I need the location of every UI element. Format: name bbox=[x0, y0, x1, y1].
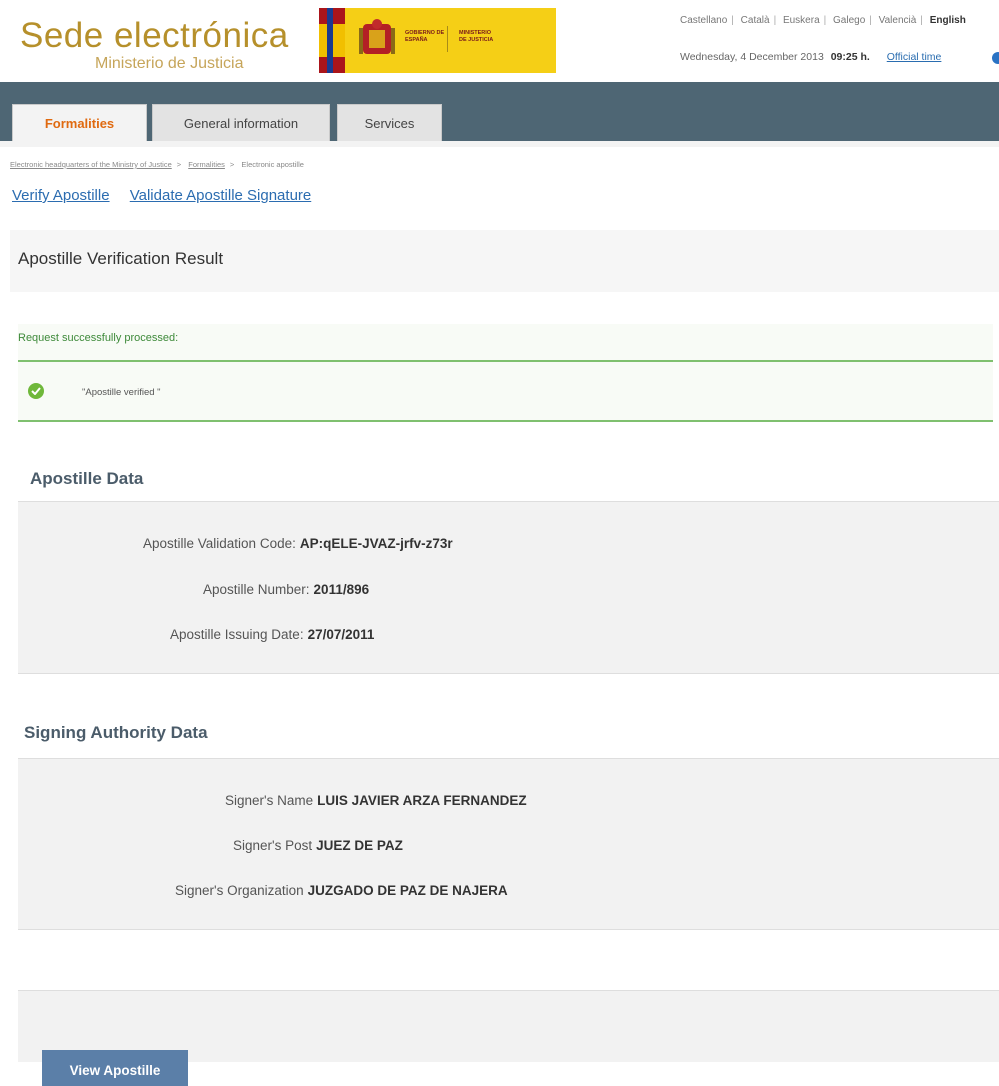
check-icon bbox=[28, 383, 44, 399]
view-apostille-button[interactable]: View Apostille bbox=[42, 1050, 188, 1086]
government-logo[interactable]: GOBIERNO DE ESPAÑA MINISTERIO DE JUSTICI… bbox=[319, 8, 556, 73]
field-label: Apostille Issuing Date: bbox=[170, 627, 304, 642]
tab-services[interactable]: Services bbox=[337, 104, 442, 141]
signing-authority-panel: Signer's Name LUIS JAVIER ARZA FERNANDEZ … bbox=[18, 758, 999, 930]
lang-valencia[interactable]: Valencià bbox=[879, 15, 917, 26]
lang-catala[interactable]: Català bbox=[741, 15, 770, 26]
apostille-code-row: Apostille Validation Code: AP:qELE-JVAZ-j… bbox=[143, 536, 453, 551]
lang-galego[interactable]: Galego bbox=[833, 15, 865, 26]
tab-formalities[interactable]: Formalities bbox=[12, 104, 147, 141]
language-selector: Castellano | Català | Euskera | Galego | Val… bbox=[680, 15, 966, 26]
field-value: 27/07/2011 bbox=[307, 627, 375, 642]
date-time-bar: Wednesday, 4 December 2013 09:25 h. Offi… bbox=[680, 51, 941, 63]
signer-post-row: Signer's Post JUEZ DE PAZ bbox=[233, 838, 403, 853]
signer-name-row: Signer's Name LUIS JAVIER ARZA FERNANDEZ bbox=[225, 793, 527, 808]
page-header: Sede electrónica Ministerio de Justicia … bbox=[0, 0, 999, 82]
field-value: LUIS JAVIER ARZA FERNANDEZ bbox=[317, 793, 527, 808]
field-label: Signer's Organization bbox=[175, 883, 304, 898]
lang-euskera[interactable]: Euskera bbox=[783, 15, 820, 26]
apostille-number-row: Apostille Number: 2011/896 bbox=[203, 582, 369, 597]
lang-castellano[interactable]: Castellano bbox=[680, 15, 727, 26]
site-subtitle: Ministerio de Justicia bbox=[95, 55, 244, 72]
gov-logo-divider bbox=[447, 26, 448, 52]
official-time-link[interactable]: Official time bbox=[887, 51, 942, 63]
validate-signature-link[interactable]: Validate Apostille Signature bbox=[130, 187, 312, 204]
signing-authority-title: Signing Authority Data bbox=[24, 723, 208, 742]
breadcrumb-current: Electronic apostille bbox=[241, 160, 304, 169]
divider bbox=[18, 360, 993, 362]
nav-underbar bbox=[0, 141, 999, 147]
apostille-data-panel: Apostille Validation Code: AP:qELE-JVAZ-j… bbox=[18, 501, 999, 674]
breadcrumb: Electronic headquarters of the Ministry … bbox=[10, 160, 304, 169]
spain-flag-icon bbox=[319, 8, 345, 73]
divider bbox=[18, 420, 993, 422]
apostille-data-title: Apostille Data bbox=[30, 469, 144, 488]
page-title: Apostille Verification Result bbox=[18, 249, 224, 268]
field-label: Apostille Number: bbox=[203, 582, 310, 597]
site-title[interactable]: Sede electrónica bbox=[20, 16, 289, 56]
ministry-logo-text: MINISTERIO DE JUSTICIA bbox=[459, 30, 494, 43]
field-label: Apostille Validation Code: bbox=[143, 536, 296, 551]
signer-organization-row: Signer's Organization JUZGADO DE PAZ DE N… bbox=[175, 883, 508, 898]
field-label: Signer's Name bbox=[225, 793, 314, 808]
coat-of-arms-icon bbox=[359, 19, 395, 54]
apostille-date-row: Apostille Issuing Date: 27/07/2011 bbox=[170, 627, 374, 642]
info-icon[interactable] bbox=[992, 52, 999, 64]
field-value: JUZGADO DE PAZ DE NAJERA bbox=[307, 883, 508, 898]
sub-navigation: Verify Apostille Validate Apostille Sign… bbox=[12, 187, 327, 204]
verified-message: "Apostille verified " bbox=[82, 387, 161, 398]
verify-apostille-link[interactable]: Verify Apostille bbox=[12, 187, 110, 204]
field-value: JUEZ DE PAZ bbox=[316, 838, 403, 853]
breadcrumb-formalities[interactable]: Formalities bbox=[188, 160, 225, 169]
current-time: 09:25 h. bbox=[830, 51, 870, 63]
gov-logo-text: GOBIERNO DE ESPAÑA bbox=[405, 30, 445, 43]
breadcrumb-home[interactable]: Electronic headquarters of the Ministry … bbox=[10, 160, 172, 169]
field-value: AP:qELE-JVAZ-jrfv-z73r bbox=[299, 536, 453, 551]
success-message: Request successfully processed: bbox=[18, 332, 179, 344]
tab-general-information[interactable]: General information bbox=[152, 104, 330, 141]
current-date: Wednesday, 4 December 2013 bbox=[680, 51, 824, 63]
field-value: 2011/896 bbox=[313, 582, 370, 597]
field-label: Signer's Post bbox=[233, 838, 313, 853]
main-nav: Formalities General information Services bbox=[0, 82, 999, 141]
lang-english[interactable]: English bbox=[930, 15, 966, 26]
